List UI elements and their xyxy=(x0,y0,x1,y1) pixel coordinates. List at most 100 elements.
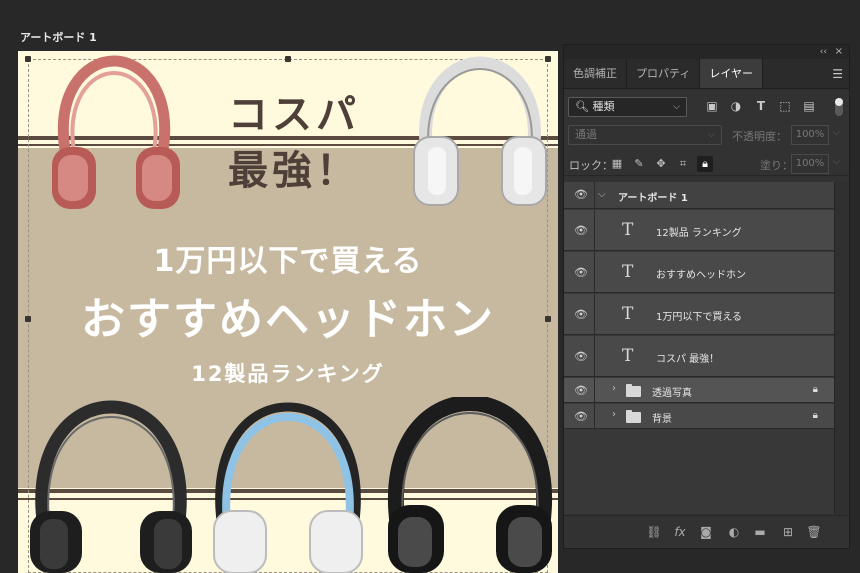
lock-icon: 🔒︎ xyxy=(812,410,818,421)
lock-artboard-icon[interactable]: ⌗ xyxy=(675,156,691,172)
eye-icon[interactable]: 👁︎ xyxy=(574,224,588,238)
chevron-down-icon[interactable]: ⌵ xyxy=(833,157,840,167)
panel-titlebar: ‹‹ xyxy=(564,45,849,59)
lock-row: ロック： ▦ ✎ ✥ ⌗ 🔒︎ 塗り： 100% ⌵ xyxy=(564,152,849,176)
filter-kind-select[interactable]: 🔍︎ 種類 ⌵ xyxy=(568,97,687,117)
artboard-title[interactable]: アートボード 1 xyxy=(20,29,97,45)
layer-text[interactable]: 👁︎ T コスパ 最強！ xyxy=(564,336,834,377)
eye-icon[interactable]: 👁︎ xyxy=(574,308,588,322)
subtitle-text[interactable]: 1万円以下で買える xyxy=(18,236,558,280)
fill-field[interactable]: 100% xyxy=(791,154,829,174)
layer-name: 1万円以下で買える xyxy=(656,312,743,323)
layer-text[interactable]: 👁︎ T 12製品 ランキング xyxy=(564,210,834,251)
layer-artboard[interactable]: 👁︎ ⌵ アートボード 1 xyxy=(564,182,834,209)
type-layer-icon: T xyxy=(622,262,634,282)
divider xyxy=(594,210,595,250)
heading-text[interactable]: コスパ 最強！ xyxy=(214,87,374,199)
photoshop-workspace: アートボード 1 コスパ 最強！ 1万円以下で買える おすすめヘッドホン 12製… xyxy=(0,0,860,573)
layer-text[interactable]: 👁︎ T 1万円以下で買える xyxy=(564,294,834,335)
close-icon[interactable]: × xyxy=(835,45,843,59)
tab-adjustments[interactable]: 色調補正 xyxy=(564,59,627,88)
trash-icon[interactable]: 🗑︎ xyxy=(806,524,822,540)
layer-name: 透過写真 xyxy=(652,388,692,399)
blue-headphones-photo xyxy=(213,402,363,573)
folder-icon xyxy=(626,410,641,423)
adjustment-filter-icon[interactable]: ◑ xyxy=(729,99,743,113)
opacity-field[interactable]: 100% xyxy=(791,125,829,145)
artboard-canvas[interactable]: コスパ 最強！ 1万円以下で買える おすすめヘッドホン 12製品ランキング xyxy=(18,51,558,573)
opacity-label: 不透明度： xyxy=(732,130,787,143)
blend-row: 通過 ⌵ 不透明度： 100% ⌵ xyxy=(564,123,849,147)
black-headphones-photo-1 xyxy=(30,400,192,573)
panel-menu-icon[interactable]: ☰ xyxy=(832,67,843,81)
lock-icon: 🔒︎ xyxy=(812,384,818,395)
divider xyxy=(594,252,595,292)
panel-tabs: 色調補正 プロパティ レイヤー ☰ xyxy=(564,59,849,89)
red-headphones-photo xyxy=(52,55,180,209)
tab-layers[interactable]: レイヤー xyxy=(700,59,764,88)
type-layer-icon: T xyxy=(622,346,634,366)
divider xyxy=(594,404,595,428)
main-title-text[interactable]: おすすめヘッドホン xyxy=(18,283,558,347)
layers-scrollbar[interactable] xyxy=(834,182,849,514)
smart-object-filter-icon[interactable]: ▤ xyxy=(802,99,816,113)
filter-kind-label: 種類 xyxy=(592,100,615,113)
layers-panel: ‹‹ × 色調補正 プロパティ レイヤー ☰ 🔍︎ 種類 ⌵ ▣ ◑ T ⬚ ▤… xyxy=(563,44,850,549)
divider xyxy=(594,294,595,334)
blend-mode-select[interactable]: 通過 ⌵ xyxy=(568,125,722,145)
divider xyxy=(594,336,595,376)
eye-icon[interactable]: 👁︎ xyxy=(574,384,588,398)
transform-handle[interactable] xyxy=(285,56,291,62)
transform-handle[interactable] xyxy=(25,56,31,62)
fill-label: 塗り： xyxy=(760,159,793,172)
mask-icon[interactable]: ◙ xyxy=(698,524,714,540)
lock-position-icon[interactable]: ✥ xyxy=(653,156,669,172)
folder-icon xyxy=(626,384,641,397)
layers-list: 👁︎ ⌵ アートボード 1 👁︎ T 12製品 ランキング 👁︎ T おすすめヘ… xyxy=(564,182,849,514)
search-icon: 🔍︎ xyxy=(575,100,589,113)
panel-footer: ⛓︎ fx ◙ ◐ ▬ ⊞ 🗑︎ xyxy=(564,515,849,548)
layer-name: 12製品 ランキング xyxy=(656,228,742,239)
layer-group[interactable]: 👁︎ › 透過写真 🔒︎ xyxy=(564,378,834,403)
chevron-down-icon: ⌵ xyxy=(708,130,715,140)
fx-icon[interactable]: fx xyxy=(672,524,688,540)
layer-name: アートボード 1 xyxy=(618,193,688,204)
tab-properties[interactable]: プロパティ xyxy=(627,59,701,88)
lock-label: ロック： xyxy=(569,159,613,172)
filter-toggle[interactable] xyxy=(835,98,843,116)
blend-mode-value: 通過 xyxy=(575,128,597,141)
lock-pixels-icon[interactable]: ▦ xyxy=(609,156,625,172)
layer-group[interactable]: 👁︎ › 背景 🔒︎ xyxy=(564,404,834,429)
type-layer-icon: T xyxy=(622,304,634,324)
white-headphones-photo xyxy=(413,56,547,206)
collapse-icon[interactable]: ‹‹ xyxy=(820,47,827,57)
layer-name: コスパ 最強！ xyxy=(656,354,720,365)
eye-icon[interactable]: 👁︎ xyxy=(574,410,588,424)
eye-icon[interactable]: 👁︎ xyxy=(574,350,588,364)
chevron-down-icon: ⌵ xyxy=(673,102,680,112)
type-filter-icon[interactable]: T xyxy=(754,99,768,113)
lock-brush-icon[interactable]: ✎ xyxy=(631,156,647,172)
heading-line-1: コスパ xyxy=(228,92,360,138)
black-headphones-photo-2 xyxy=(388,397,552,573)
divider xyxy=(594,378,595,402)
image-filter-icon[interactable]: ▣ xyxy=(705,99,719,113)
ranking-text[interactable]: 12製品ランキング xyxy=(18,358,558,388)
new-group-icon[interactable]: ▬ xyxy=(752,524,768,540)
heading-line-2: 最強！ xyxy=(228,148,360,194)
layer-name: 背景 xyxy=(652,414,672,425)
new-layer-icon[interactable]: ⊞ xyxy=(780,524,796,540)
link-icon[interactable]: ⛓︎ xyxy=(646,524,662,540)
type-layer-icon: T xyxy=(622,220,634,240)
chevron-down-icon[interactable]: ⌵ xyxy=(833,128,840,138)
lock-all-icon[interactable]: 🔒︎ xyxy=(697,156,713,172)
eye-icon[interactable]: 👁︎ xyxy=(574,188,588,202)
adjustment-layer-icon[interactable]: ◐ xyxy=(726,524,742,540)
chevron-right-icon[interactable]: › xyxy=(612,409,616,420)
eye-icon[interactable]: 👁︎ xyxy=(574,266,588,280)
chevron-right-icon[interactable]: › xyxy=(612,383,616,394)
shape-filter-icon[interactable]: ⬚ xyxy=(778,99,792,113)
layer-text[interactable]: 👁︎ T おすすめヘッドホン xyxy=(564,252,834,293)
chevron-down-icon[interactable]: ⌵ xyxy=(598,189,606,200)
layer-name: おすすめヘッドホン xyxy=(656,270,746,281)
